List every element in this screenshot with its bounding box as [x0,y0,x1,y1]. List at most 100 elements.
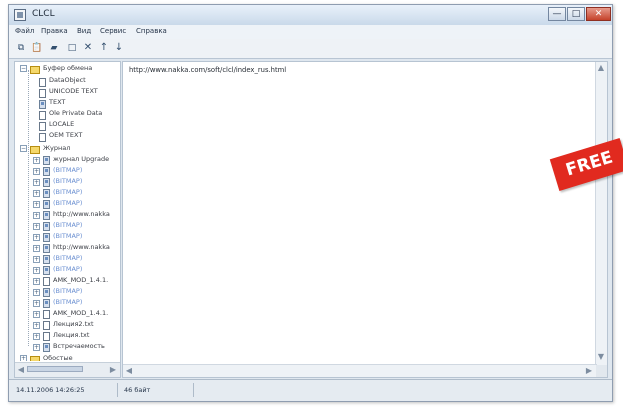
clipboard-collapse-icon[interactable]: − [20,65,27,72]
tree-item-journal-14[interactable]: AMK_MOD_1.4.1. [53,308,108,319]
document-icon [39,78,46,87]
tree-item-templates[interactable]: Обостые [43,353,73,361]
document-icon [43,178,50,187]
expand-icon[interactable]: + [33,311,40,318]
tree-pane[interactable]: − Буфер обмена DataObject UNICODE TEXT T… [14,61,121,378]
tree-item-journal-0[interactable]: журнал Upgrade [53,154,109,165]
menu-file[interactable]: Файл [15,27,34,35]
expand-icon[interactable]: + [33,179,40,186]
expand-icon[interactable]: + [33,333,40,340]
tree-item-journal-2[interactable]: (BITMAP) [53,176,82,187]
expand-icon[interactable]: + [33,157,40,164]
tree-item-journal-13[interactable]: (BITMAP) [53,297,82,308]
document-icon [43,277,50,286]
content-scroll-right-icon[interactable]: ▶ [584,366,594,376]
expand-icon[interactable]: + [33,267,40,274]
maximize-button[interactable]: □ [567,7,585,21]
document-icon [43,156,50,165]
document-icon [39,111,46,120]
document-icon [39,100,46,109]
tree-item-journal-1[interactable]: (BITMAP) [53,165,82,176]
tree-item-journal-5[interactable]: http://www.nakka [53,209,110,220]
tree-item-journal-16[interactable]: Лекция.txt [53,330,89,341]
content-horizontal-scrollbar[interactable]: ◀ ▶ [123,364,597,377]
menu-help[interactable]: Справка [136,27,167,35]
tree-item-journal-9[interactable]: (BITMAP) [53,253,82,264]
paste-icon[interactable]: 📋 [31,42,43,54]
document-icon [43,299,50,308]
menu-view[interactable]: Вид [77,27,91,35]
status-separator [193,383,194,397]
expand-icon[interactable]: + [33,289,40,296]
templates-expand-icon[interactable]: + [20,355,27,361]
clipboard-folder-icon [30,66,40,74]
move-down-icon[interactable]: ↓ [113,42,125,54]
content-pane[interactable]: http://www.nakka.com/soft/clcl/index_rus… [122,61,608,378]
scroll-left-icon[interactable]: ◀ [16,365,26,375]
expand-icon[interactable]: + [33,234,40,241]
journal-collapse-icon[interactable]: − [20,145,27,152]
expand-icon[interactable]: + [33,223,40,230]
document-icon [43,255,50,264]
minimize-button[interactable]: — [548,7,566,21]
content-vertical-scrollbar[interactable]: ▲ ▼ [595,62,607,366]
copy-icon[interactable]: ⧉ [15,42,27,54]
window-title: CLCL [32,9,55,19]
close-button[interactable]: ✕ [586,7,611,21]
expand-icon[interactable]: + [33,245,40,252]
tree-item-journal-8[interactable]: http://www.nakka [53,242,110,253]
document-icon [43,211,50,220]
tree-item-journal-4[interactable]: (BITMAP) [53,198,82,209]
expand-icon[interactable]: + [33,322,40,329]
tree-item-clipboard-1[interactable]: UNICODE TEXT [49,86,98,97]
scroll-up-icon[interactable]: ▲ [596,63,606,73]
content-scroll-left-icon[interactable]: ◀ [124,366,134,376]
tree-item-journal-3[interactable]: (BITMAP) [53,187,82,198]
tree-item-clipboard-2[interactable]: TEXT [49,97,65,108]
tree-item-clipboard[interactable]: Буфер обмена [43,63,92,74]
delete-icon[interactable]: ✕ [82,42,94,54]
status-bar: 14.11.2006 14:26:25 46 байт [9,379,612,401]
tree-item-journal[interactable]: Журнал [43,143,70,154]
folder-icon[interactable]: ▰ [48,42,60,54]
tree-item-journal-10[interactable]: (BITMAP) [53,264,82,275]
tree-item-journal-7[interactable]: (BITMAP) [53,231,82,242]
status-size: 46 байт [124,386,151,394]
tree-item-journal-15[interactable]: Лекция2.txt [53,319,94,330]
expand-icon[interactable]: + [33,300,40,307]
tree-item-journal-17[interactable]: Встречаемость [53,341,105,352]
menu-edit[interactable]: Правка [41,27,68,35]
expand-icon[interactable]: + [33,168,40,175]
scrollbar-corner [596,365,607,377]
document-icon [43,310,50,319]
expand-icon[interactable]: + [33,190,40,197]
expand-icon[interactable]: + [33,212,40,219]
tree-item-clipboard-4[interactable]: LOCALE [49,119,74,130]
tree-scroll-thumb[interactable] [27,366,83,372]
document-icon [43,321,50,330]
tree-item-clipboard-0[interactable]: DataObject [49,75,86,86]
tree-item-clipboard-5[interactable]: OEM TEXT [49,130,82,141]
expand-icon[interactable]: + [33,344,40,351]
move-up-icon[interactable]: ↑ [98,42,110,54]
new-document-icon[interactable]: □ [66,42,78,54]
tree-item-journal-6[interactable]: (BITMAP) [53,220,82,231]
tree-horizontal-scrollbar[interactable]: ◀ ▶ [15,362,120,377]
expand-icon[interactable]: + [33,256,40,263]
menu-service[interactable]: Сервис [100,27,126,35]
document-icon [39,89,46,98]
document-icon [43,244,50,253]
tree-item-clipboard-3[interactable]: Ole Private Data [49,108,102,119]
document-icon [43,167,50,176]
scroll-right-icon[interactable]: ▶ [108,365,118,375]
expand-icon[interactable]: + [33,278,40,285]
expand-icon[interactable]: + [33,201,40,208]
tree-item-journal-11[interactable]: AMK_MOD_1.4.1. [53,275,108,286]
menu-bar: Файл Правка Вид Сервис Справка [9,25,612,40]
document-icon [43,343,50,352]
document-icon [43,189,50,198]
toolbar: ⧉ 📋 ▰ □ ✕ ↑ ↓ [9,39,612,59]
scroll-down-icon[interactable]: ▼ [596,352,606,362]
status-separator [117,383,118,397]
tree-item-journal-12[interactable]: (BITMAP) [53,286,82,297]
